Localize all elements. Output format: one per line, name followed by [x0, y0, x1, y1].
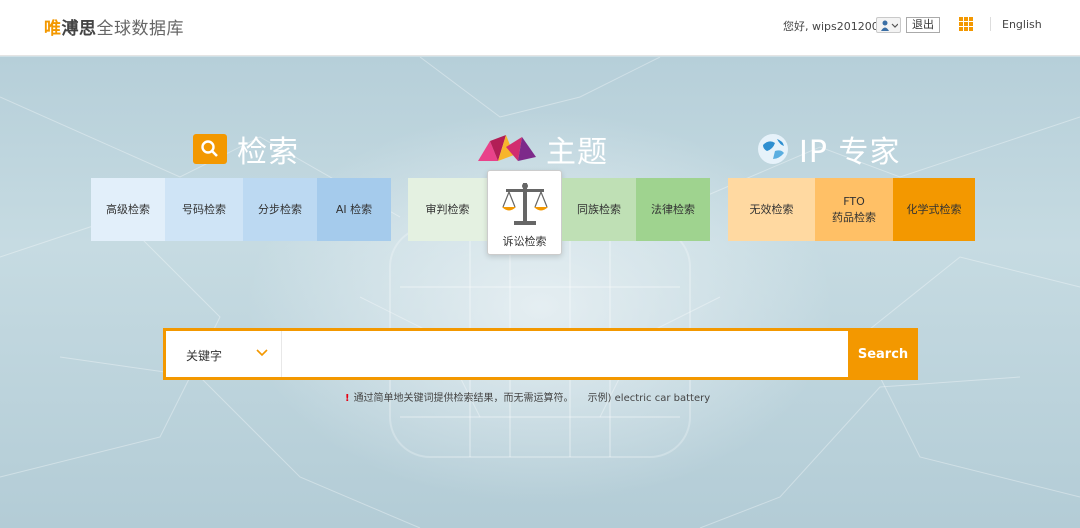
chevron-down-icon: [256, 349, 268, 357]
user-icon: [881, 20, 898, 31]
tile-trial-search[interactable]: 审判检索: [408, 178, 487, 241]
topic-group-title: 主题: [478, 127, 608, 171]
globe-icon: [758, 134, 788, 164]
tile-fto-drug-search[interactable]: FTO 药品检索: [815, 178, 893, 241]
user-greeting: 您好, wips2012006: [783, 20, 886, 33]
apps-grid-icon[interactable]: [959, 17, 973, 31]
tile-ai-search[interactable]: AI 检索: [317, 178, 391, 241]
logout-button[interactable]: 退出: [906, 17, 940, 33]
search-bar: 关键字 Search: [163, 328, 918, 380]
topic-logo-icon: [478, 135, 536, 161]
tile-advanced-search[interactable]: 高级检索: [91, 178, 165, 241]
tile-litigation-search[interactable]: 诉讼检索: [487, 170, 562, 255]
search-icon: [193, 134, 227, 164]
search-group-title: 检索: [193, 127, 299, 171]
search-button[interactable]: Search: [848, 328, 918, 380]
scales-icon: [502, 183, 548, 225]
search-type-select[interactable]: 关键字: [166, 331, 282, 377]
hero-banner: 检索 主题 IP 专家 高级检索 号码检索 分步检索 AI 检索 审判检索 诉讼…: [0, 57, 1080, 528]
tile-step-search[interactable]: 分步检索: [243, 178, 317, 241]
tile-number-search[interactable]: 号码检索: [165, 178, 243, 241]
search-hint: ! 通过简单地关键词提供检索结果，而无需运算符。 示例) electric car …: [345, 393, 711, 404]
divider: [990, 17, 991, 31]
tile-invalidation-search[interactable]: 无效检索: [728, 178, 815, 241]
site-logo[interactable]: 唯溥思全球数据库: [44, 14, 184, 39]
tile-legal-search[interactable]: 法律检索: [636, 178, 710, 241]
top-header: 唯溥思全球数据库 您好, wips2012006 退出 English: [0, 0, 1080, 56]
language-switch-link[interactable]: English: [1002, 18, 1042, 31]
user-menu-button[interactable]: [876, 17, 901, 33]
tile-family-search[interactable]: 同族检索: [562, 178, 636, 241]
ip-group-title: IP 专家: [757, 127, 900, 171]
search-input[interactable]: [286, 337, 842, 371]
tile-chemical-search[interactable]: 化学式检索: [893, 178, 975, 241]
